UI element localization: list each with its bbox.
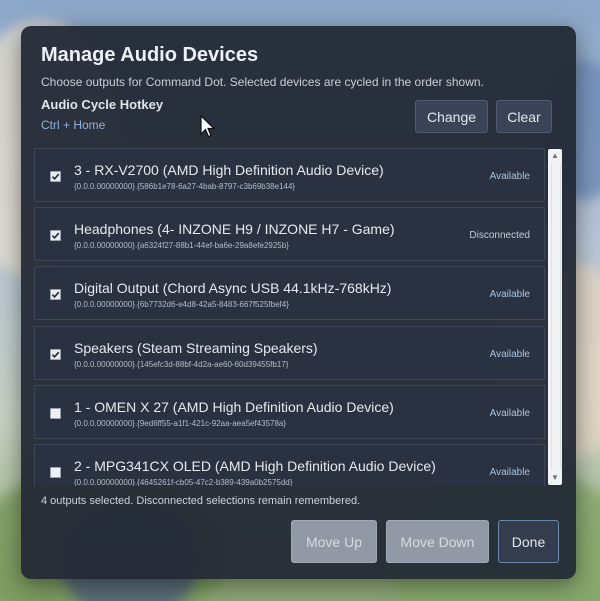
device-name: Digital Output (Chord Async USB 44.1kHz-… (74, 280, 392, 296)
device-checkbox[interactable] (50, 289, 61, 300)
device-name: Speakers (Steam Streaming Speakers) (74, 340, 318, 356)
device-list: 3 - RX-V2700 (AMD High Definition Audio … (34, 148, 564, 486)
device-checkbox[interactable] (50, 230, 61, 241)
move-down-button[interactable]: Move Down (386, 520, 489, 563)
device-status: Available (489, 349, 530, 360)
device-guid: {0.0.0.00000000}.{a6324f27-88b1-44ef-ba6… (74, 241, 289, 250)
clear-hotkey-button[interactable]: Clear (496, 100, 552, 133)
hotkey-value: Ctrl + Home (41, 118, 106, 132)
device-guid: {0.0.0.00000000}.{586b1e78-6a27-4bab-879… (74, 182, 296, 191)
device-row[interactable]: 2 - MPG341CX OLED (AMD High Definition A… (34, 444, 545, 486)
dialog-title: Manage Audio Devices (41, 44, 259, 66)
device-name: 1 - OMEN X 27 (AMD High Definition Audio… (74, 399, 394, 415)
chevron-up-icon[interactable]: ▲ (550, 151, 560, 161)
device-row[interactable]: 3 - RX-V2700 (AMD High Definition Audio … (34, 148, 545, 202)
manage-audio-devices-dialog: Manage Audio Devices Choose outputs for … (21, 26, 576, 579)
scrollbar-thumb[interactable] (551, 163, 561, 469)
hotkey-label: Audio Cycle Hotkey (41, 97, 164, 112)
device-row[interactable]: Speakers (Steam Streaming Speakers) {0.0… (34, 326, 545, 380)
device-name: 3 - RX-V2700 (AMD High Definition Audio … (74, 162, 384, 178)
check-icon (51, 291, 60, 299)
device-guid: {0.0.0.00000000}.{9ed6ff55-a1f1-421c-92a… (74, 419, 287, 428)
check-icon (51, 351, 60, 359)
device-row[interactable]: Headphones (4- INZONE H9 / INZONE H7 - G… (34, 207, 545, 261)
device-name: 2 - MPG341CX OLED (AMD High Definition A… (74, 458, 436, 474)
device-row[interactable]: 1 - OMEN X 27 (AMD High Definition Audio… (34, 385, 545, 439)
device-status: Available (489, 171, 530, 182)
change-hotkey-button[interactable]: Change (415, 100, 488, 133)
check-icon (51, 232, 60, 240)
device-status: Available (489, 408, 530, 419)
done-button[interactable]: Done (498, 520, 559, 563)
device-guid: {0.0.0.00000000}.{6b7732d6-e4d8-42a5-848… (74, 300, 289, 309)
device-checkbox[interactable] (50, 408, 61, 419)
device-row[interactable]: Digital Output (Chord Async USB 44.1kHz-… (34, 266, 545, 320)
device-checkbox[interactable] (50, 349, 61, 360)
device-list-scrollbar[interactable]: ▲ ▼ (548, 149, 562, 485)
device-status: Disconnected (469, 230, 530, 241)
device-status: Available (489, 467, 530, 478)
device-name: Headphones (4- INZONE H9 / INZONE H7 - G… (74, 221, 395, 237)
selection-summary: 4 outputs selected. Disconnected selecti… (41, 495, 361, 507)
device-guid: {0.0.0.00000000}.{4645261f-cb05-47c2-b38… (74, 478, 293, 486)
move-up-button[interactable]: Move Up (291, 520, 377, 563)
device-status: Available (489, 289, 530, 300)
mouse-pointer-icon (200, 115, 216, 138)
check-icon (51, 173, 60, 181)
device-guid: {0.0.0.00000000}.{145efc3d-88bf-4d2a-ae6… (74, 360, 289, 369)
device-checkbox[interactable] (50, 171, 61, 182)
device-checkbox[interactable] (50, 467, 61, 478)
dialog-subtitle: Choose outputs for Command Dot. Selected… (41, 75, 484, 89)
chevron-down-icon[interactable]: ▼ (550, 473, 560, 483)
